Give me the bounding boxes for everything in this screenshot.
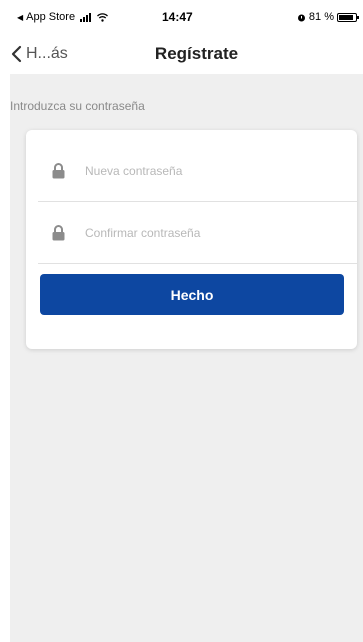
- carrier-label: App Store: [26, 11, 76, 23]
- new-password-input[interactable]: [85, 161, 325, 181]
- page-title: Regístrate: [154, 44, 239, 63]
- divider: [38, 263, 357, 264]
- back-arrow-icon: ◀: [17, 12, 24, 22]
- status-time: 14:47: [162, 10, 193, 24]
- section-label: Introduzca su contraseña: [10, 99, 145, 113]
- wifi-icon: [97, 12, 109, 22]
- navigation-bar: H...ás Regístrate: [0, 34, 363, 74]
- status-right: 81 %: [297, 11, 359, 23]
- new-password-row: [26, 140, 357, 202]
- done-button[interactable]: Hecho: [40, 274, 344, 315]
- signal-icon: [80, 12, 92, 22]
- battery-percent: 81 %: [308, 11, 334, 23]
- confirm-password-input[interactable]: [85, 223, 325, 243]
- password-form-card: Hecho: [26, 130, 357, 349]
- content-area: Introduzca su contraseña Hecho: [10, 74, 363, 642]
- lock-icon: [46, 163, 70, 179]
- battery-icon: [337, 12, 359, 22]
- status-left[interactable]: ◀ App Store: [17, 11, 109, 23]
- lock-icon: [46, 225, 70, 241]
- confirm-password-row: [26, 202, 357, 264]
- status-bar: ◀ App Store 14:47 81 %: [0, 0, 363, 34]
- alarm-icon: [297, 14, 305, 21]
